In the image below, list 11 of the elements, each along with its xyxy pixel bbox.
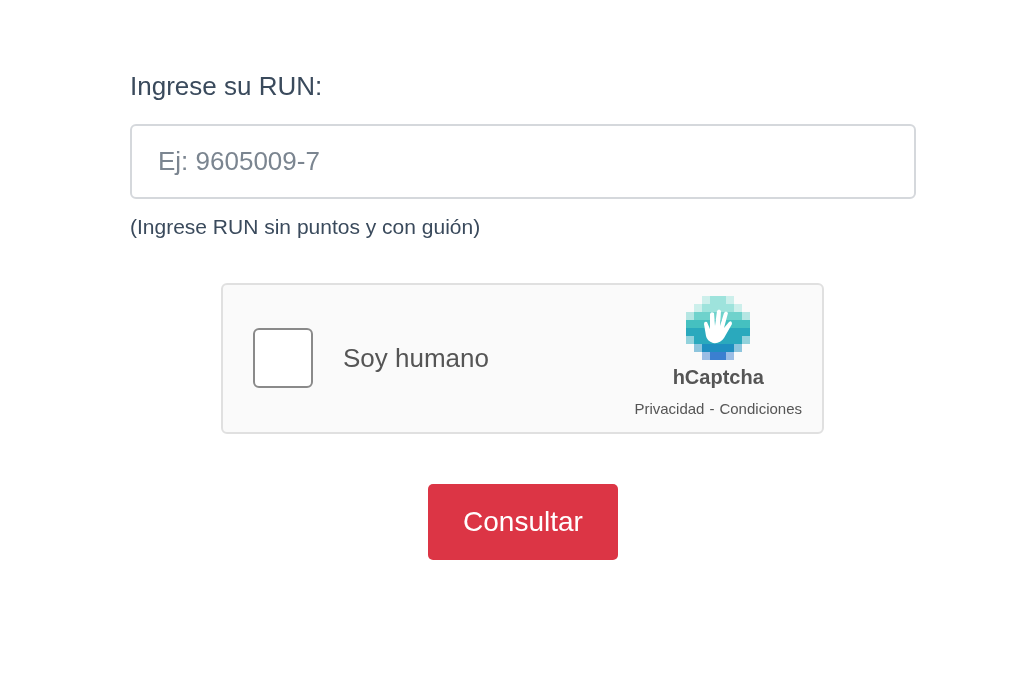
- hand-logo-icon: [686, 295, 751, 360]
- submit-button[interactable]: Consultar: [428, 483, 618, 560]
- captcha-checkbox[interactable]: [253, 328, 313, 388]
- privacy-link[interactable]: Privacidad: [634, 397, 705, 421]
- captcha-label: Soy humano: [343, 341, 489, 375]
- brand-name: hCaptcha: [672, 364, 764, 390]
- field-label: Ingrese su RUN:: [130, 70, 324, 102]
- terms-link[interactable]: Condiciones: [719, 397, 802, 421]
- separator: -: [709, 398, 715, 419]
- input-hint: (Ingrese RUN sin puntos y con guión): [130, 214, 482, 240]
- run-input-field[interactable]: Ej: 9605009-7: [130, 124, 916, 199]
